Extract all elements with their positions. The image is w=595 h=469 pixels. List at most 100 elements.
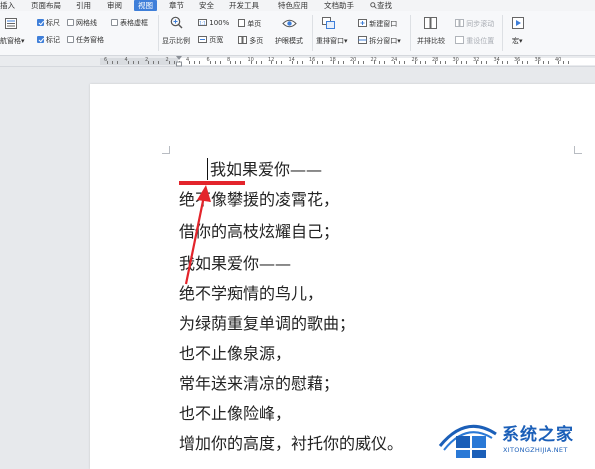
ruler-tick bbox=[173, 61, 175, 64]
ribbon-separator bbox=[410, 15, 411, 51]
horizontal-ruler[interactable]: 6 4 2 2 4 6 8 10 12 14 16 18 20 22 24 26 28 30 32 34 36 38 40 bbox=[0, 56, 595, 67]
text-cursor bbox=[207, 158, 208, 180]
ruler-tick bbox=[132, 61, 134, 64]
page-width-label: 页宽 bbox=[209, 36, 224, 44]
ruler-tick bbox=[460, 61, 462, 64]
ruler-tick bbox=[148, 61, 150, 64]
gridlines-checkbox[interactable]: 网格线 bbox=[67, 19, 97, 28]
ruler-tick bbox=[522, 61, 524, 64]
navigation-pane-label: 航窗格 bbox=[0, 37, 21, 45]
document-page[interactable] bbox=[90, 84, 595, 469]
checkbox-icon bbox=[67, 19, 74, 26]
checkbox-checked-icon bbox=[37, 36, 44, 43]
display-ratio-button[interactable]: 显示比例 bbox=[162, 37, 190, 46]
ruler-tick bbox=[291, 61, 293, 64]
tab-special-apps[interactable]: 特色应用 bbox=[278, 0, 308, 11]
rearrange-window-button[interactable]: 重排窗口▾ bbox=[316, 37, 348, 46]
gridlines-label: 网格线 bbox=[76, 19, 97, 27]
sync-scroll-icon bbox=[455, 19, 464, 27]
ruler-checkbox[interactable]: 标尺 bbox=[37, 19, 60, 28]
multi-page-button[interactable]: 多页 bbox=[238, 36, 263, 46]
ruler-tick bbox=[209, 61, 211, 64]
ruler-tick bbox=[378, 61, 380, 64]
navigation-pane-button[interactable]: 航窗格▾ bbox=[0, 37, 25, 46]
side-by-side-button[interactable]: 并排比较 bbox=[417, 37, 445, 46]
eye-icon bbox=[282, 19, 297, 28]
ruler-tick bbox=[399, 61, 401, 64]
tab-references[interactable]: 引用 bbox=[76, 0, 91, 11]
ruler-tick bbox=[127, 61, 129, 64]
poem-line[interactable]: 也不止像险峰， bbox=[179, 404, 291, 424]
single-page-icon bbox=[238, 19, 245, 27]
table-gridlines-checkbox[interactable]: 表格虚框 bbox=[111, 19, 148, 28]
sync-scroll-button[interactable]: 同步滚动 bbox=[455, 19, 494, 29]
zoom-100-label: 100% bbox=[209, 19, 230, 27]
ribbon-separator bbox=[502, 15, 503, 51]
rearrange-window-icon bbox=[322, 17, 335, 29]
zoom-100-icon: 1:1 bbox=[198, 19, 207, 26]
ruler-tick bbox=[112, 61, 114, 64]
ruler-tick bbox=[363, 61, 365, 64]
reset-position-label: 重设位置 bbox=[466, 37, 495, 45]
multi-page-icon bbox=[238, 36, 247, 44]
ruler-tick bbox=[373, 61, 375, 64]
ruler-tick bbox=[465, 61, 467, 64]
tab-view[interactable]: 视图 bbox=[134, 0, 157, 11]
tab-security[interactable]: 安全 bbox=[199, 0, 214, 11]
tab-developer[interactable]: 开发工具 bbox=[229, 0, 259, 11]
marks-label: 标记 bbox=[46, 36, 60, 44]
zoom-100-button[interactable]: 1:1 100% bbox=[198, 19, 229, 28]
ruler-tick bbox=[506, 61, 508, 64]
tab-review[interactable]: 审阅 bbox=[107, 0, 122, 11]
macro-label: 宏 bbox=[512, 37, 519, 45]
ruler-tick bbox=[481, 61, 483, 64]
page-width-icon bbox=[198, 36, 207, 43]
split-window-button[interactable]: 拆分窗口▾ bbox=[358, 36, 401, 46]
poem-line[interactable]: 我如果爱你—— bbox=[210, 160, 322, 180]
tab-page-layout[interactable]: 页面布局 bbox=[31, 0, 61, 11]
svg-text:1:1: 1:1 bbox=[199, 20, 206, 25]
ruler-tick bbox=[276, 61, 278, 64]
ruler-tick bbox=[312, 61, 314, 64]
ruler-tick bbox=[527, 61, 529, 64]
dropdown-arrow-icon: ▾ bbox=[21, 37, 25, 45]
search-label: 查找 bbox=[377, 1, 392, 10]
poem-line[interactable]: 增加你的高度，衬托你的威仪。 bbox=[179, 434, 403, 454]
task-pane-checkbox[interactable]: 任务窗格 bbox=[67, 36, 104, 45]
search-button[interactable]: 查找 bbox=[370, 0, 392, 11]
ruler-tick bbox=[194, 61, 196, 64]
ruler-tick bbox=[414, 61, 416, 64]
macro-button[interactable]: 宏▾ bbox=[512, 37, 523, 46]
ruler-tick bbox=[250, 61, 252, 64]
ruler-tick bbox=[558, 61, 560, 64]
ruler-tick bbox=[235, 61, 237, 64]
single-page-button[interactable]: 单页 bbox=[238, 19, 261, 29]
ruler-tick bbox=[383, 61, 385, 64]
table-gridlines-label: 表格虚框 bbox=[120, 19, 148, 27]
watermark-text: 系统之家 bbox=[502, 425, 574, 445]
navigation-pane-icon bbox=[5, 18, 17, 29]
poem-line[interactable]: 也不止像泉源， bbox=[179, 344, 291, 364]
reset-position-button[interactable]: 重设位置 bbox=[455, 36, 494, 46]
page-width-button[interactable]: 页宽 bbox=[198, 36, 223, 45]
poem-line[interactable]: 常年送来清凉的慰藉； bbox=[179, 374, 339, 394]
new-window-button[interactable]: 新建窗口 bbox=[358, 19, 397, 29]
ruler-tick bbox=[501, 61, 503, 64]
ruler-tick bbox=[281, 61, 283, 64]
tab-doc-assistant[interactable]: 文档助手 bbox=[324, 0, 354, 11]
tab-insert[interactable]: 插入 bbox=[0, 0, 15, 11]
ruler-tick bbox=[317, 61, 319, 64]
watermark-url: XITONGZHIJIA.NET bbox=[503, 446, 568, 454]
menu-bar: 插入 页面布局 引用 审阅 视图 章节 安全 开发工具 特色应用 文档助手 查找 bbox=[0, 0, 595, 11]
marks-checkbox[interactable]: 标记 bbox=[37, 36, 60, 45]
indent-marker-icon[interactable] bbox=[176, 56, 182, 67]
ruler-tick bbox=[353, 61, 355, 64]
ribbon-separator bbox=[312, 15, 313, 51]
poem-line[interactable]: 为绿荫重复单调的歌曲； bbox=[179, 314, 355, 334]
eye-protection-button[interactable]: 护眼模式 bbox=[275, 37, 303, 46]
ruler-tick bbox=[296, 61, 298, 64]
ruler-tick bbox=[153, 61, 155, 64]
checkbox-icon bbox=[111, 19, 118, 26]
search-icon bbox=[370, 2, 377, 9]
tab-chapter[interactable]: 章节 bbox=[169, 0, 184, 11]
